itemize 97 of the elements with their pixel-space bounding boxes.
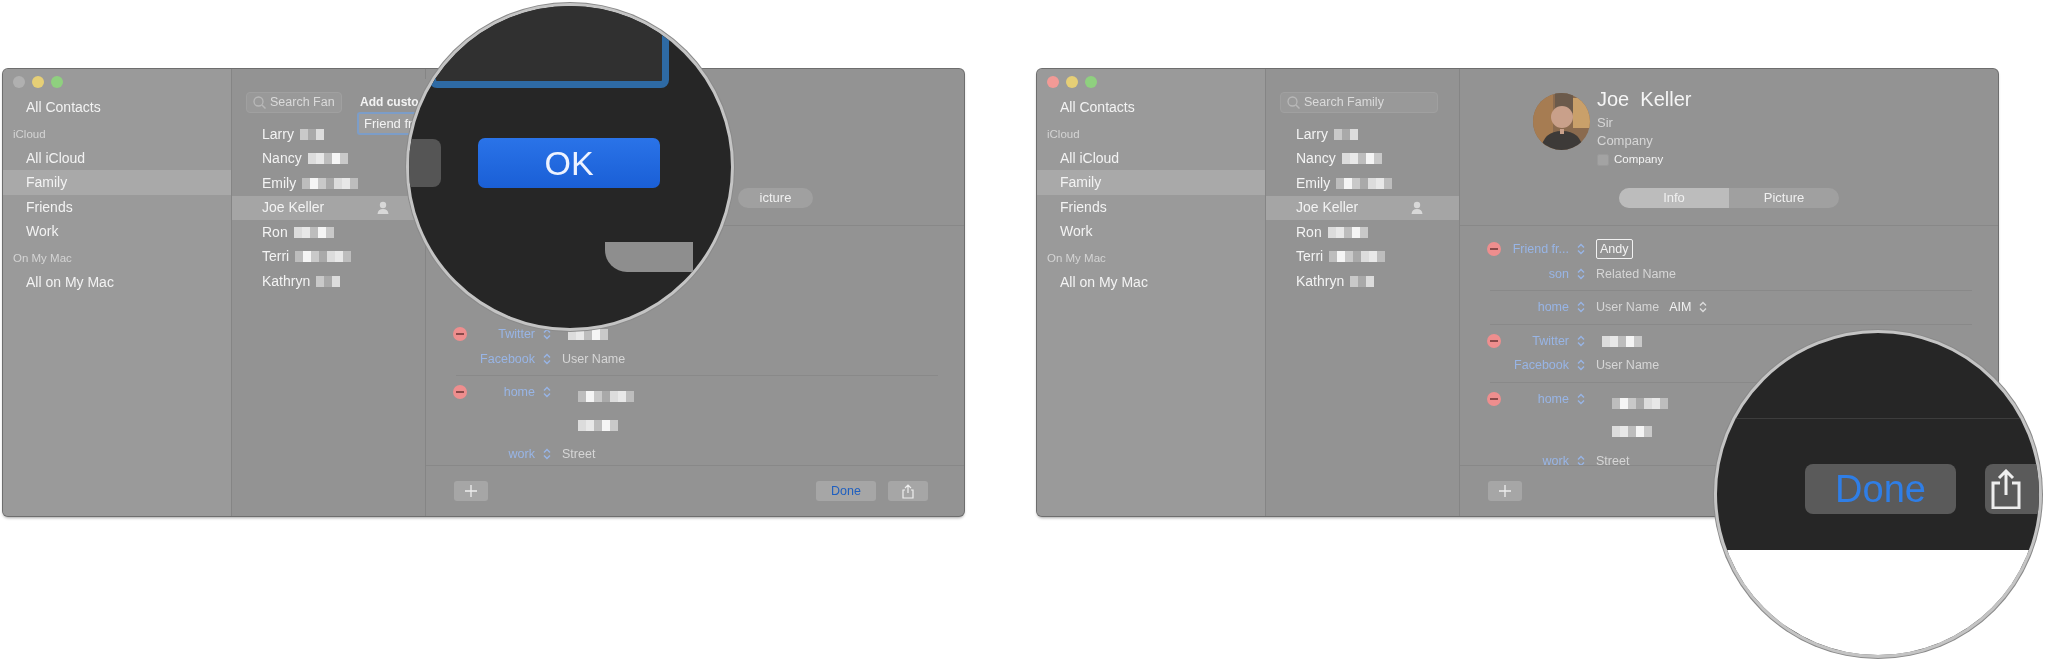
pixelated-text xyxy=(307,153,348,165)
contact-name: Terri xyxy=(1296,247,1324,267)
value-field[interactable]: Street xyxy=(562,442,596,465)
contact-name: Joe Keller xyxy=(1296,198,1359,218)
field-label[interactable]: home xyxy=(1501,386,1569,411)
title-field[interactable]: Sir xyxy=(1597,113,1613,133)
contact-name: Emily xyxy=(1296,173,1331,193)
ok-button[interactable]: OK xyxy=(478,138,660,188)
contact-row[interactable]: Kathryn xyxy=(1266,269,1459,294)
pixelated-text xyxy=(1341,153,1382,165)
remove-icon[interactable] xyxy=(453,327,467,341)
contact-row[interactable]: Emily xyxy=(1266,171,1459,196)
service-label[interactable]: AIM xyxy=(1669,295,1692,320)
contact-name: Larry xyxy=(1296,124,1328,144)
company-field[interactable]: Company xyxy=(1597,131,1653,151)
contact-name: Nancy xyxy=(262,149,302,169)
value-field[interactable]: Andy xyxy=(1596,239,1633,259)
contact-name: Kathryn xyxy=(1296,271,1345,291)
pixelated-text xyxy=(1336,177,1393,189)
contact-row[interactable]: Joe Keller xyxy=(1266,195,1459,220)
contact-row[interactable]: Nancy xyxy=(1266,146,1459,171)
sheet-title: Add custo xyxy=(360,94,419,111)
contact-name: Ron xyxy=(262,222,288,242)
section-header: iCloud xyxy=(1046,126,1081,142)
search-icon xyxy=(253,96,266,109)
zoom-button[interactable] xyxy=(51,76,63,88)
share-icon xyxy=(1991,469,2021,509)
value-field[interactable]: Related Name xyxy=(1596,261,1676,286)
contact-row[interactable]: Terri xyxy=(1266,244,1459,269)
segment-tab[interactable]: Picture xyxy=(1729,188,1839,208)
close-button[interactable] xyxy=(1047,76,1059,88)
search-field[interactable]: Search Family xyxy=(1280,92,1438,113)
section-header: On My Mac xyxy=(1046,250,1107,266)
field-label[interactable]: Facebook xyxy=(467,346,535,371)
field-label[interactable]: home xyxy=(1501,295,1569,320)
value-field[interactable]: User Name xyxy=(1596,295,1660,320)
contact-name: Larry xyxy=(262,124,294,144)
checkbox-label: Company xyxy=(1614,152,1664,167)
pixelated-text xyxy=(302,177,359,189)
sidebar-item[interactable]: All iCloud xyxy=(1037,145,1265,170)
field-label[interactable]: work xyxy=(1501,448,1569,465)
sidebar-item[interactable]: All iCloud xyxy=(3,145,231,170)
pixelated-text xyxy=(316,275,341,287)
add-button[interactable] xyxy=(1488,481,1522,501)
remove-icon[interactable] xyxy=(1487,391,1501,406)
section-header: iCloud xyxy=(12,126,47,142)
sidebar-item[interactable]: All Contacts xyxy=(1037,95,1265,120)
contact-name: Ron xyxy=(1296,222,1322,242)
done-button[interactable]: Done xyxy=(1805,464,1956,514)
contact-name: Kathryn xyxy=(262,271,311,291)
value-field[interactable]: Street xyxy=(1596,448,1630,465)
contact-name[interactable]: Joe Keller xyxy=(1597,84,1692,114)
field-label[interactable]: work xyxy=(467,442,535,465)
sidebar-item[interactable]: Friends xyxy=(1037,194,1265,219)
sidebar-item[interactable]: All on My Mac xyxy=(1037,269,1265,294)
sidebar-item[interactable]: All on My Mac xyxy=(3,269,231,294)
sidebar-item[interactable]: Work xyxy=(1037,219,1265,244)
plus-icon xyxy=(1499,485,1511,497)
minimize-button[interactable] xyxy=(32,76,44,88)
done-button[interactable]: Done xyxy=(816,481,876,501)
value-field[interactable]: User Name xyxy=(1596,353,1660,378)
pixelated-text xyxy=(295,251,352,263)
segment-tab[interactable]: icture xyxy=(738,188,813,208)
pixelated-text xyxy=(1333,128,1358,140)
contact-name: Terri xyxy=(262,247,290,267)
minimize-button[interactable] xyxy=(1066,76,1078,88)
remove-icon[interactable] xyxy=(1487,333,1501,348)
remove-icon[interactable] xyxy=(1487,242,1501,256)
field-label[interactable]: home xyxy=(467,380,535,405)
search-field[interactable]: Search Fan xyxy=(246,92,342,113)
search-icon xyxy=(1287,96,1300,109)
sidebar-item[interactable]: Family xyxy=(1037,170,1265,195)
value-field[interactable]: User Name xyxy=(562,346,626,371)
pixelated-text xyxy=(293,226,334,238)
sidebar-item[interactable]: All Contacts xyxy=(3,95,231,120)
plus-icon xyxy=(465,485,477,497)
sidebar-item[interactable]: Family xyxy=(3,170,231,195)
contact-row[interactable]: Larry xyxy=(1266,122,1459,147)
remove-icon[interactable] xyxy=(453,385,467,399)
field-label[interactable]: Twitter xyxy=(1501,328,1569,353)
pixelated-text xyxy=(1329,251,1386,263)
contact-name: Emily xyxy=(262,173,297,193)
field-label[interactable]: son xyxy=(1501,261,1569,286)
sidebar-item[interactable]: Friends xyxy=(3,194,231,219)
contact-row[interactable]: Ron xyxy=(1266,220,1459,245)
share-icon xyxy=(902,483,914,499)
pixelated-text xyxy=(1350,275,1375,287)
field-label[interactable]: Facebook xyxy=(1501,353,1569,378)
sidebar-item[interactable]: Work xyxy=(3,219,231,244)
pixelated-text xyxy=(1327,226,1368,238)
contact-name: Nancy xyxy=(1296,149,1336,169)
pixelated-text xyxy=(299,128,324,140)
zoom-button[interactable] xyxy=(1085,76,1097,88)
contact-name: Joe Keller xyxy=(262,198,325,218)
field-label[interactable]: Friend fr... xyxy=(1501,237,1569,262)
section-header: On My Mac xyxy=(12,250,73,266)
add-button[interactable] xyxy=(454,481,488,501)
